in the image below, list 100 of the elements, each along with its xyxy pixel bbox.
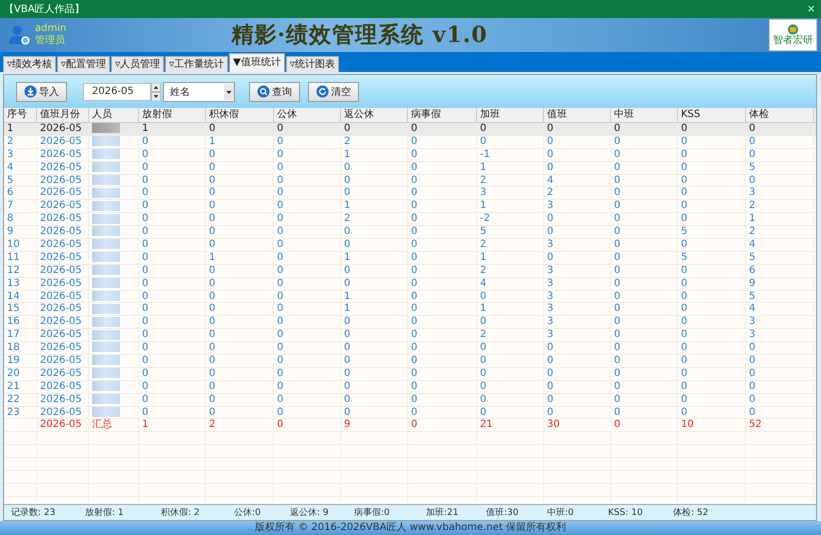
table-cell: 3	[547, 200, 554, 212]
tab[interactable]: ▿人员管理	[111, 56, 164, 72]
table-cell: 0	[344, 187, 350, 198]
table-cell: 0	[614, 174, 620, 186]
table-cell: 0	[480, 368, 486, 379]
table-row[interactable]: 5 2026-05 0 0 0 0 0 2 4 0 0 0	[4, 174, 816, 188]
column-header[interactable]: 值班月份	[37, 108, 89, 122]
table-row[interactable]: 6 2026-05 0 0 0 0 0 3 2 0 0 3	[4, 187, 816, 200]
table-row[interactable]: 4 2026-05 0 0 0 0 0 1 0 0 0 5	[4, 162, 816, 175]
table-row[interactable]: 21 2026-05 0 0 0 0 0 0 0 0 0 0	[4, 380, 816, 394]
table-row[interactable]: 23 2026-05 0 0 0 0 0 0 0 0 0 0	[4, 406, 816, 420]
close-button[interactable]: ×	[805, 2, 817, 16]
table-cell: 0	[614, 252, 620, 263]
tab[interactable]: ▿绩效考核	[3, 56, 56, 72]
column-header[interactable]: 人员	[89, 108, 139, 122]
table-row[interactable]: 10 2026-05 0 0 0 0 0 2 3 0 0 4	[4, 239, 816, 252]
table-cell: 0	[681, 278, 688, 289]
table-cell: 0	[344, 406, 350, 418]
table-row[interactable]: 7 2026-05 0 0 0 1 0 1 3 0 0 2	[4, 200, 816, 214]
table-cell: 20	[7, 368, 20, 379]
table-cell: 3	[749, 316, 756, 328]
column-header[interactable]: 值班	[544, 108, 611, 122]
import-button[interactable]: 导入	[16, 82, 67, 102]
spin-button[interactable]	[151, 82, 161, 100]
table-cell: 0	[749, 394, 756, 405]
column-header[interactable]: 体检	[746, 108, 814, 122]
column-header[interactable]: 加班	[477, 108, 544, 122]
table-cell: 0	[209, 123, 216, 134]
table-row[interactable]: 8 2026-05 0 0 0 2 0 -2 0 0 0 1	[4, 213, 816, 226]
tab[interactable]: ▿工作量统计	[165, 56, 228, 72]
query-button[interactable]: 查询	[249, 82, 300, 102]
column-header[interactable]: 病事假	[408, 108, 477, 122]
table-row[interactable]: 13 2026-05 0 0 0 0 0 4 3 0 0 9	[4, 278, 816, 291]
table-row[interactable]: 14 2026-05 0 0 0 1 0 0 3 0 0 5	[4, 290, 816, 304]
table-cell: 0	[209, 380, 216, 392]
table-cell: 5	[681, 252, 688, 263]
table-cell: 6	[749, 264, 756, 276]
table-row[interactable]: 19 2026-05 0 0 0 0 0 0 0 0 0 0	[4, 355, 816, 368]
table-cell: 0	[142, 394, 148, 405]
table-cell: 0	[614, 136, 620, 147]
table-row[interactable]: 17 2026-05 0 0 0 0 0 2 3 0 0 3	[4, 329, 816, 342]
copyright-text: 版权所有 © 2016-2026VBA匠人 www.vbahome.net 保留所有权利	[255, 522, 566, 533]
table-cell: 2	[344, 213, 350, 224]
column-header[interactable]: 公休	[274, 108, 341, 122]
column-header[interactable]: 返公休	[341, 108, 408, 122]
table-cell: 0	[344, 123, 350, 134]
table-cell: 0	[547, 136, 554, 147]
table-row[interactable]: 16 2026-05 0 0 0 0 0 0 3 0 0 3	[4, 316, 816, 330]
table-row[interactable]: 20 2026-05 0 0 0 0 0 0 0 0 0 0	[4, 368, 816, 381]
table-cell: 0	[209, 368, 216, 379]
table-cell: 0	[344, 342, 350, 354]
table-cell: 1	[480, 200, 486, 212]
table-row[interactable]: 3 2026-05 0 0 0 1 0 -1 0 0 0 0	[4, 148, 816, 162]
table-row[interactable]: 22 2026-05 0 0 0 0 0 0 0 0 0 0	[4, 394, 816, 407]
column-header[interactable]: 序号	[4, 108, 37, 122]
table-cell: 8	[7, 213, 14, 224]
column-header[interactable]: 中班	[611, 108, 678, 122]
month-field[interactable]: 2026-05	[83, 82, 151, 100]
table-row[interactable]: 12 2026-05 0 0 0 0 0 2 3 0 0 6	[4, 264, 816, 278]
status-item: 积休假: 2	[161, 506, 201, 519]
table-cell: 0	[681, 290, 688, 302]
table-cell: 2	[480, 239, 486, 250]
table-cell: 2026-05	[40, 239, 82, 250]
table-cell: 0	[411, 264, 418, 276]
table-row[interactable]: 15 2026-05 0 0 0 1 0 1 3 0 0 4	[4, 303, 816, 316]
table-cell: 0	[749, 368, 756, 379]
table-cell: 2026-05	[40, 252, 82, 263]
table-row[interactable]: 2 2026-05 0 1 0 2 0 0 0 0 0 0	[4, 136, 816, 149]
table-cell: 1	[7, 123, 14, 134]
table-cell: 0	[614, 355, 620, 366]
table-cell: 2026-05	[40, 136, 82, 147]
table-cell: 2026-05	[40, 264, 82, 276]
redacted-name	[92, 200, 120, 211]
table-cell: 0	[142, 342, 148, 354]
table-row[interactable]: 2026-05 汇总 1 2 0 9 0 21 30 0 10 52	[4, 419, 816, 432]
tab[interactable]: ▿配置管理	[57, 56, 110, 72]
table-row[interactable]: 1 2026-05 1 0 0 0 0 0 0 0 0 0	[4, 123, 816, 136]
table-cell: 0	[749, 148, 756, 160]
table-row[interactable]: 18 2026-05 0 0 0 0 0 0 0 0 0 0	[4, 342, 816, 356]
table-cell: 0	[344, 226, 350, 238]
table-cell: 0	[547, 162, 554, 173]
table-cell: 5	[7, 174, 14, 186]
table-cell: 0	[142, 252, 148, 263]
table-row[interactable]: 11 2026-05 0 1 0 1 0 1 0 0 5 5	[4, 252, 816, 265]
table-cell: 0	[277, 148, 284, 160]
tab[interactable]: ▿统计图表	[286, 56, 339, 72]
redacted-name	[92, 342, 120, 352]
table-cell: 0	[142, 380, 148, 392]
field-dropdown[interactable]: 姓名	[163, 82, 235, 102]
tab[interactable]: ▼值班统计	[229, 53, 285, 72]
redacted-name	[92, 290, 120, 301]
table-cell: 0	[681, 136, 688, 147]
table-cell: 0	[411, 316, 418, 328]
column-header[interactable]: KSS	[678, 108, 746, 122]
column-header[interactable]: 积休假	[206, 108, 274, 122]
table-row[interactable]: 9 2026-05 0 0 0 0 0 5 0 0 5 2	[4, 226, 816, 240]
clear-button[interactable]: 清空	[308, 82, 359, 102]
column-header[interactable]: 放射假	[139, 108, 206, 122]
table-cell: 0	[344, 355, 350, 366]
redacted-name	[92, 149, 120, 160]
